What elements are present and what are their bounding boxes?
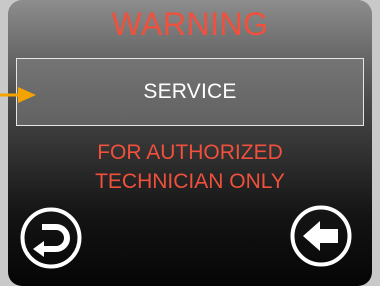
- warning-line-2: TECHNICIAN ONLY: [95, 170, 285, 193]
- service-menu-label: SERVICE: [143, 80, 237, 103]
- return-button[interactable]: [20, 207, 82, 269]
- warning-line-1: FOR AUTHORIZED: [97, 141, 283, 164]
- back-arrow-button[interactable]: [290, 205, 352, 267]
- return-icon: [20, 207, 82, 269]
- service-menu-item[interactable]: SERVICE: [16, 58, 364, 126]
- screen-title: WARNING: [111, 6, 269, 42]
- pointer-arrow-icon: [0, 87, 36, 103]
- arrow-left-icon: [290, 205, 352, 267]
- device-screen: WARNING SERVICE FOR AUTHORIZED TECHNICIA…: [8, 0, 372, 286]
